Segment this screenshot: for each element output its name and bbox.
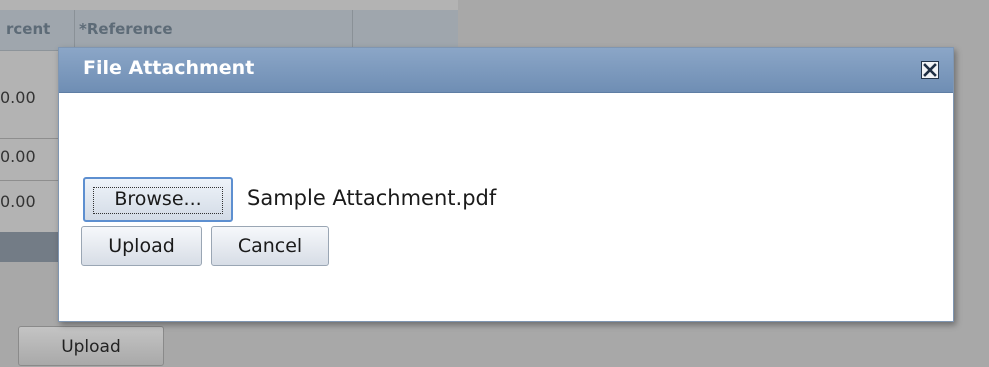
background-grid-header: rcent *Reference [0,10,458,51]
row-percent-value: 0.00 [0,147,36,166]
dialog-titlebar[interactable]: File Attachment [59,48,953,93]
browse-button-label: Browse... [114,188,202,210]
browse-button[interactable]: Browse... [83,177,233,222]
row-divider [0,138,60,139]
close-icon [923,63,937,77]
upload-button[interactable]: Upload [81,226,202,266]
background-selected-row [0,232,60,262]
cancel-button[interactable]: Cancel [211,226,329,266]
background-row: 0.00 [0,82,60,114]
row-percent-value: 0.00 [0,192,36,211]
column-header-reference: *Reference [79,20,173,38]
background-row: 0.00 [0,141,60,173]
background-row: 0.00 [0,186,60,218]
row-percent-value: 0.00 [0,88,36,107]
dialog-title: File Attachment [83,57,255,79]
close-button[interactable] [921,61,939,79]
column-separator [352,10,353,50]
row-divider [0,180,60,181]
column-header-percent: rcent [6,20,51,38]
column-separator [74,10,75,50]
file-attachment-dialog: File Attachment Browse... Sample Attachm… [58,47,954,322]
background-upload-button: Upload [18,326,164,366]
selected-file-name: Sample Attachment.pdf [247,186,497,210]
